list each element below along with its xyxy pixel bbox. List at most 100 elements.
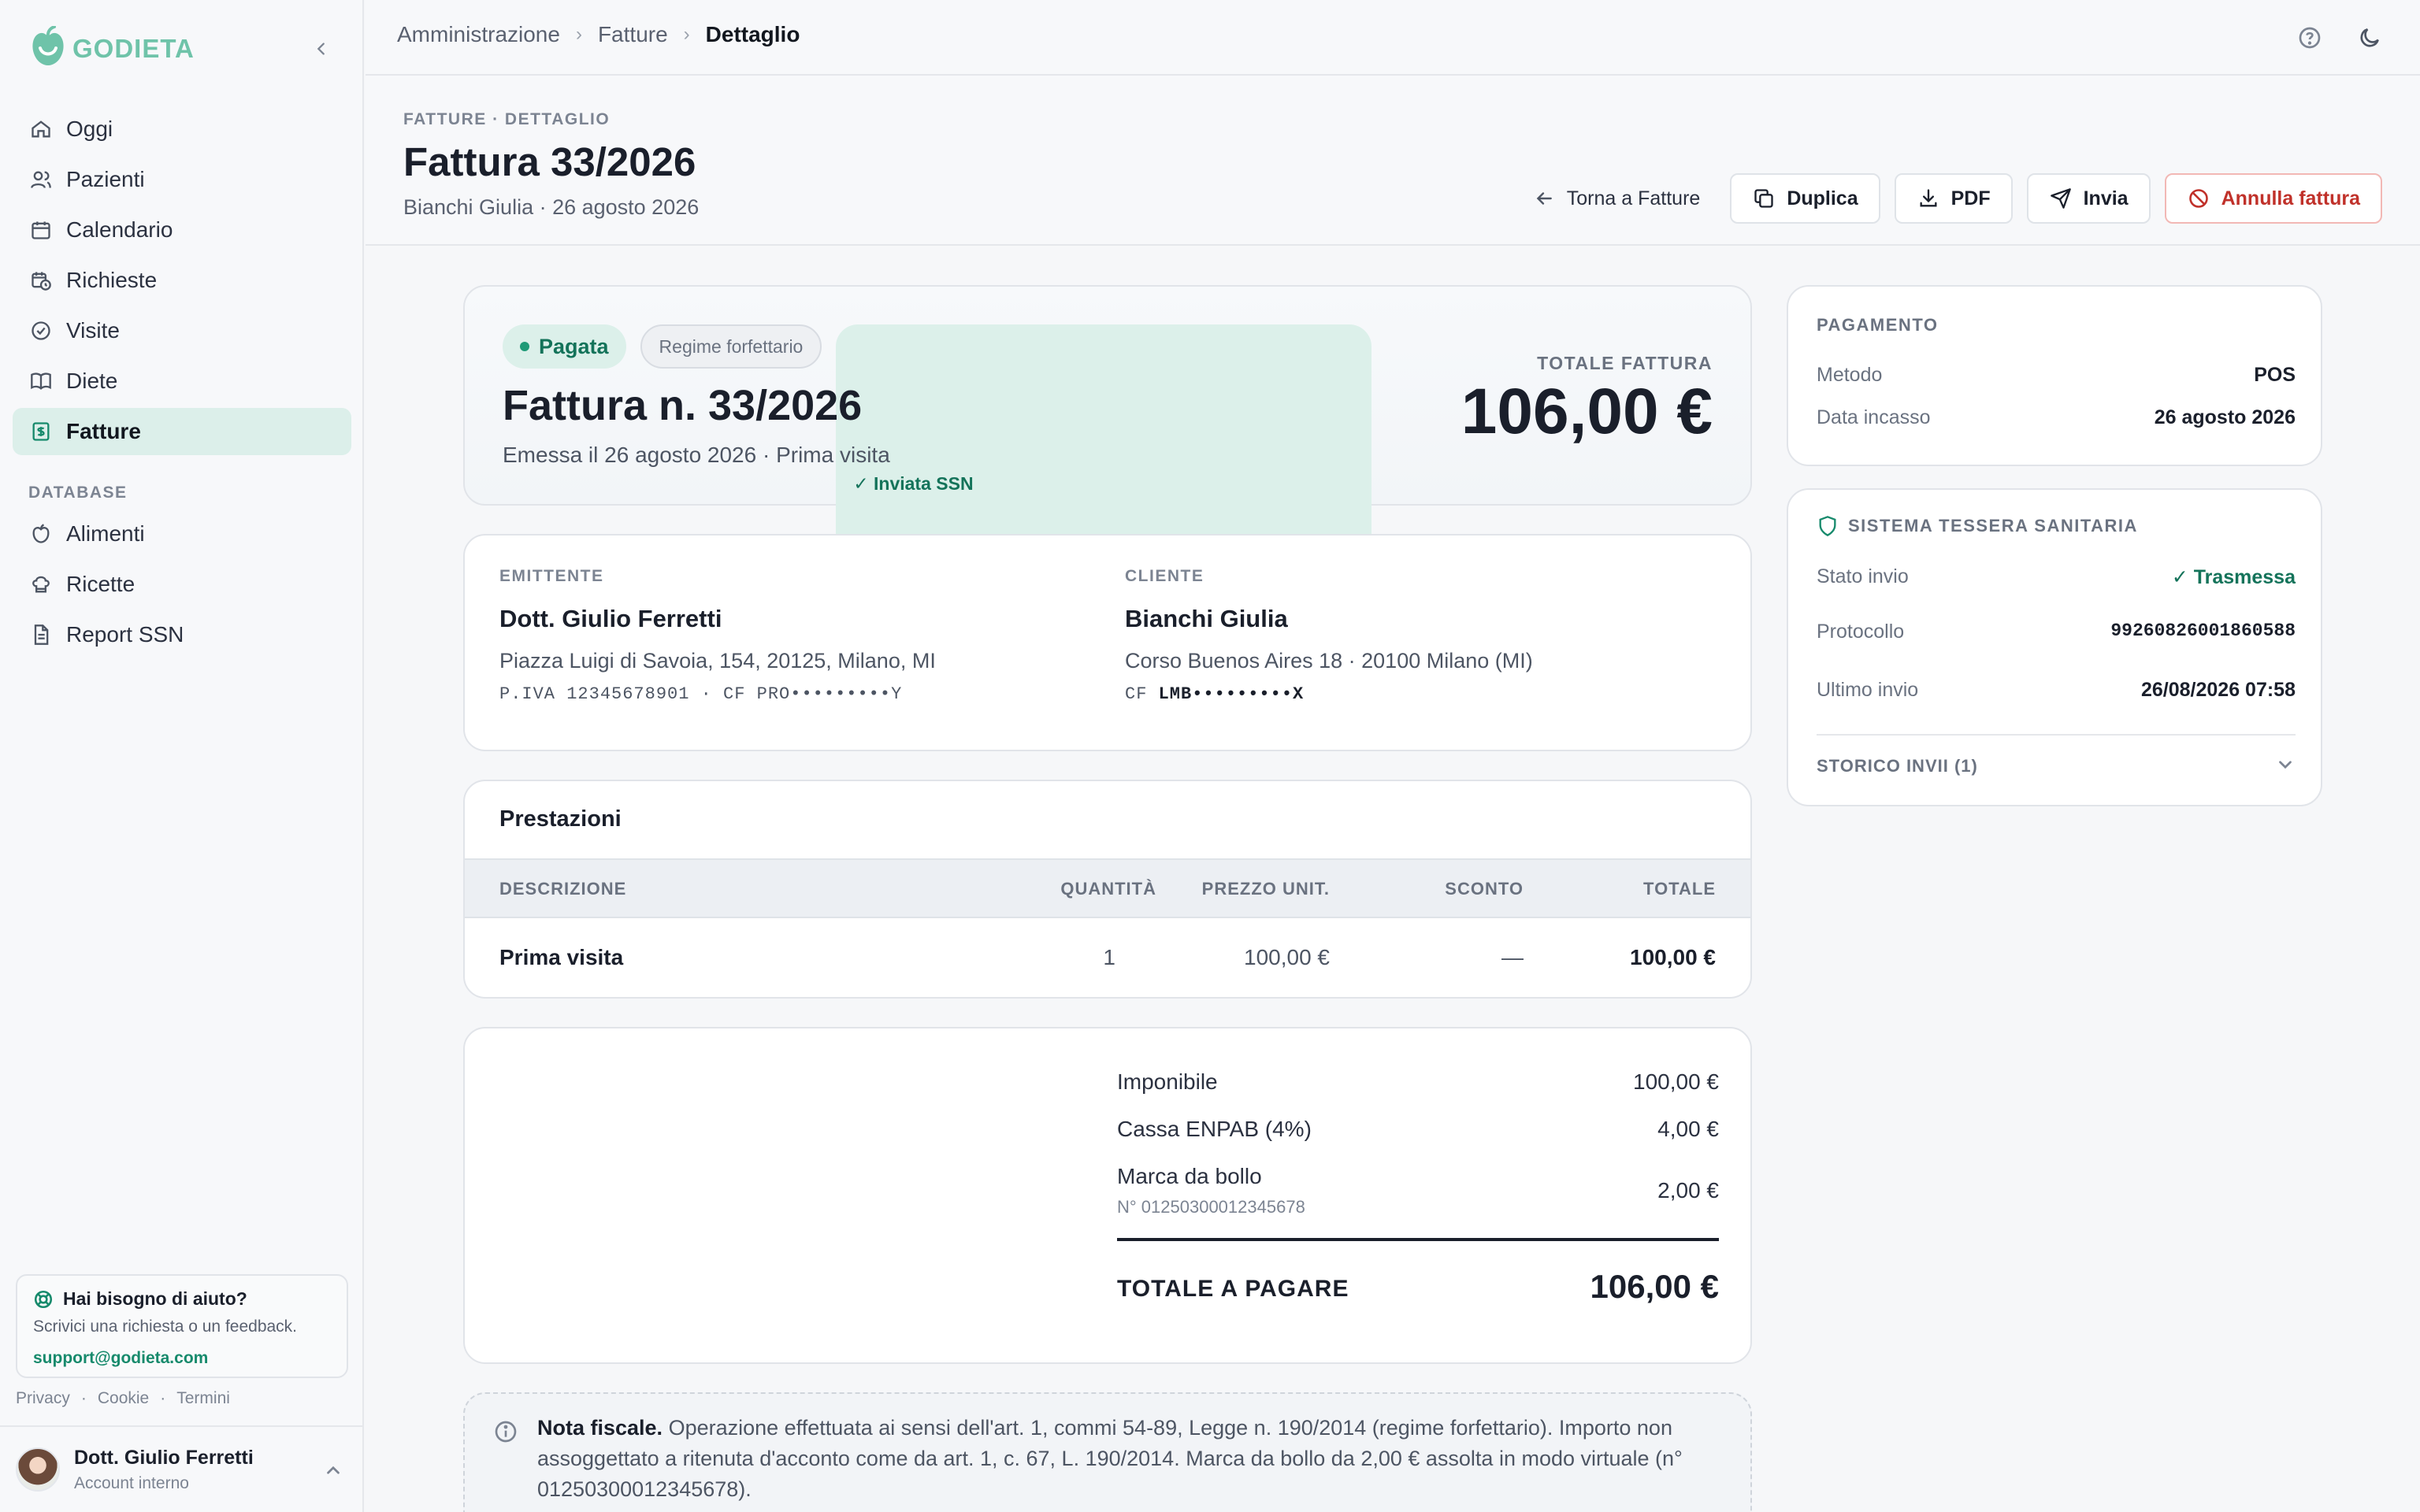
breadcrumb-item-amministrazione[interactable]: Amministrazione: [397, 22, 560, 47]
sidebar-item-label: Report SSN: [66, 622, 184, 647]
calendar-clock-icon: [28, 268, 54, 293]
back-to-invoices-button[interactable]: Torna a Fatture: [1516, 173, 1717, 224]
send-icon: [2049, 187, 2073, 210]
breadcrumb-separator: ›: [575, 24, 582, 45]
totals-divider: [1117, 1238, 1719, 1241]
breadcrumb-current: Dettaglio: [705, 22, 800, 46]
sidebar-item-alimenti[interactable]: Alimenti: [13, 510, 351, 558]
avatar: [16, 1447, 60, 1492]
breadcrumb-item-fatture[interactable]: Fatture: [598, 22, 668, 47]
grand-total-label: TOTALE A PAGARE: [1117, 1276, 1349, 1302]
sidebar-item-richieste[interactable]: Richieste: [13, 257, 351, 304]
help-card[interactable]: Hai bisogno di aiuto? Scrivici una richi…: [16, 1274, 348, 1378]
book-icon: [28, 369, 54, 394]
sidebar-item-label: Calendario: [66, 217, 173, 242]
column-header-discount: SCONTO: [1445, 879, 1524, 899]
page-eyebrow: FATTURE · DETTAGLIO: [403, 110, 611, 128]
row-total: 100,00 €: [1630, 945, 1716, 969]
sidebar-item-pazienti[interactable]: Pazienti: [13, 156, 351, 203]
sidebar-item-fatture[interactable]: Fatture: [13, 408, 351, 455]
brand[interactable]: GODIETA: [28, 25, 195, 72]
calendar-icon: [28, 217, 54, 243]
sidebar-item-visite[interactable]: Visite: [13, 307, 351, 354]
status-dot: [520, 342, 529, 351]
issuer-label: EMITTENTE: [499, 567, 604, 585]
user-role: Account interno: [74, 1473, 189, 1492]
sidebar-item-ricette[interactable]: Ricette: [13, 561, 351, 608]
stamp-row: Marca da bollo N° 01250300012345678 2,00…: [1117, 1164, 1719, 1217]
client-address: Corso Buenos Aires 18 · 20100 Milano (MI…: [1125, 649, 1533, 673]
ssn-title-label: SISTEMA TESSERA SANITARIA: [1848, 516, 2138, 536]
shield-icon: [1819, 516, 1836, 536]
ssn-protocol-row: Protocollo 99260826001860588: [1817, 621, 2296, 643]
status-badge-label: Pagata: [539, 334, 609, 358]
sidebar-item-oggi[interactable]: Oggi: [13, 106, 351, 153]
stamp-number: N° 01250300012345678: [1117, 1197, 1305, 1217]
sidebar: GODIETA Oggi Pazienti Calendario Richies…: [0, 0, 364, 1512]
ssn-last-sent-value: 26/08/2026 07:58: [2140, 679, 2296, 701]
download-icon: [1917, 187, 1940, 210]
row-description: Prima visita: [499, 945, 624, 969]
cancel-invoice-button[interactable]: Annulla fattura: [2164, 173, 2382, 224]
terms-link[interactable]: Termini: [176, 1389, 230, 1408]
taxable-value: 100,00 €: [1633, 1069, 1719, 1094]
taxable-label: Imponibile: [1117, 1069, 1218, 1094]
payment-method-label: Metodo: [1817, 364, 1883, 386]
invoice-summary-card: Pagata Regime forfettario ✓ Inviata SSN …: [463, 285, 1752, 643]
receipt-icon: [28, 419, 54, 444]
row-unit-price: 100,00 €: [1244, 945, 1330, 969]
chevron-up-icon[interactable]: [323, 1460, 343, 1480]
cassa-label: Cassa ENPAB (4%): [1117, 1117, 1312, 1141]
payment-date-label: Data incasso: [1817, 406, 1931, 428]
sidebar-item-calendario[interactable]: Calendario: [13, 206, 351, 254]
sidebar-item-report-ssn[interactable]: Report SSN: [13, 611, 351, 658]
breadcrumb-separator: ›: [683, 24, 690, 45]
payment-date-row: Data incasso 26 agosto 2026: [1817, 406, 2296, 429]
copy-icon: [1752, 187, 1776, 210]
issuer-name: Dott. Giulio Ferretti: [499, 605, 722, 632]
user-menu[interactable]: Dott. Giulio Ferretti Account interno: [0, 1425, 362, 1512]
row-quantity: 1: [1103, 945, 1115, 969]
fiscal-note: Nota fiscale. Operazione effettuata ai s…: [463, 1392, 1752, 1512]
send-button-label: Invia: [2083, 187, 2129, 209]
column-header-total: TOTALE: [1643, 879, 1716, 899]
ssn-protocol-value: 99260826001860588: [2110, 621, 2296, 641]
page-header: FATTURE · DETTAGLIO Fattura 33/2026 Bian…: [366, 76, 2420, 246]
ban-icon: [2187, 187, 2210, 210]
help-icon[interactable]: [2296, 24, 2324, 52]
dark-mode-icon[interactable]: [2355, 24, 2384, 52]
pdf-button-label: PDF: [1950, 187, 1991, 209]
fiscal-note-title: Nota fiscale.: [537, 1416, 663, 1440]
fiscal-note-text: Operazione effettuata ai sensi dell'art.…: [537, 1416, 1683, 1501]
arrow-left-icon: [1532, 187, 1556, 210]
help-title: Hai bisogno di aiuto?: [63, 1288, 247, 1309]
issuer-address: Piazza Luigi di Savoia, 154, 20125, Mila…: [499, 649, 936, 673]
client-block: CLIENTE Bianchi Giulia Corso Buenos Aire…: [1125, 567, 1533, 704]
status-badge: Pagata: [503, 324, 626, 369]
duplicate-button[interactable]: Duplica: [1730, 173, 1880, 224]
column-header-description: DESCRIZIONE: [499, 879, 627, 899]
pdf-button[interactable]: PDF: [1894, 173, 2013, 224]
send-button[interactable]: Invia: [2026, 173, 2151, 224]
sidebar-item-diete[interactable]: Diete: [13, 358, 351, 405]
privacy-link[interactable]: Privacy: [16, 1389, 70, 1408]
cassa-value: 4,00 €: [1657, 1117, 1719, 1141]
issuer-fiscal-codes: P.IVA 12345678901 · CF PRO•••••••••Y: [499, 684, 903, 704]
help-text: Scrivici una richiesta o un feedback.: [33, 1317, 298, 1336]
payment-title: PAGAMENTO: [1817, 315, 1939, 335]
cassa-row: Cassa ENPAB (4%) 4,00 €: [1117, 1117, 1719, 1142]
legal-separator: ·: [80, 1389, 87, 1407]
client-name[interactable]: Bianchi Giulia: [1125, 605, 1533, 633]
ssn-history-toggle[interactable]: STORICO INVII (1): [1817, 756, 2296, 776]
client-fiscal-code: CF LMB•••••••••X: [1125, 684, 1533, 704]
table-header: DESCRIZIONE QUANTITÀ PREZZO UNIT. SCONTO…: [465, 858, 1750, 918]
cookie-link[interactable]: Cookie: [98, 1389, 149, 1408]
back-button-label: Torna a Fatture: [1566, 187, 1701, 209]
apple-icon: [28, 521, 54, 547]
support-email-link[interactable]: support@godieta.com: [33, 1349, 331, 1368]
collapse-sidebar-icon[interactable]: [309, 36, 334, 61]
lifebuoy-icon: [34, 1290, 53, 1308]
sidebar-section-label: DATABASE: [28, 484, 128, 502]
ssn-last-sent-label: Ultimo invio: [1817, 679, 1919, 701]
ssn-status-row: Stato invio ✓ Trasmessa: [1817, 565, 2296, 588]
